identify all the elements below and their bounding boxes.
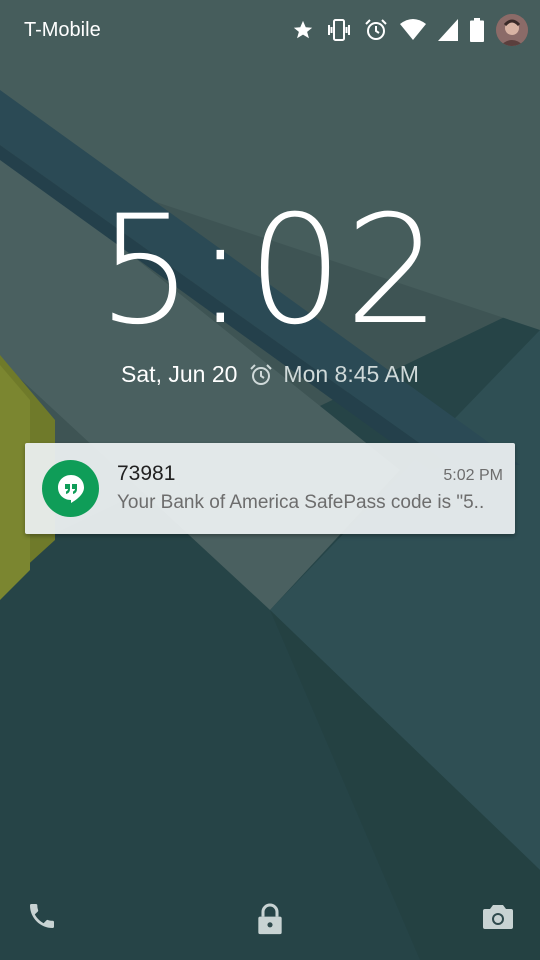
- phone-icon[interactable]: [26, 900, 58, 937]
- hangouts-icon: [42, 460, 99, 517]
- star-icon: [292, 19, 314, 41]
- avatar[interactable]: [496, 14, 528, 46]
- date-alarm-row: Sat, Jun 20 Mon 8:45 AM: [0, 361, 540, 388]
- carrier-label: T-Mobile: [24, 19, 101, 41]
- alarm-icon: [364, 18, 388, 42]
- date-label: Sat, Jun 20: [121, 361, 238, 387]
- lock-icon[interactable]: [256, 902, 284, 941]
- battery-icon: [470, 18, 484, 42]
- wifi-icon: [400, 19, 426, 41]
- alarm-clock-icon: [250, 363, 273, 385]
- signal-icon: [438, 19, 458, 41]
- camera-icon[interactable]: [482, 903, 514, 936]
- status-bar: T-Mobile: [0, 0, 540, 60]
- lock-screen: T-Mobile 5:02 Sat, Jun 20 Mon 8:45 AM 73…: [0, 0, 540, 960]
- vibrate-icon: [326, 18, 352, 42]
- notification-card[interactable]: 73981 5:02 PM Your Bank of America SafeP…: [25, 443, 515, 534]
- notification-title: 73981: [117, 462, 176, 485]
- next-alarm-label: Mon 8:45 AM: [283, 361, 419, 387]
- status-icons: [292, 12, 528, 48]
- notification-body: Your Bank of America SafePass code is "5…: [117, 492, 485, 513]
- notification-time: 5:02 PM: [443, 467, 503, 484]
- next-alarm: Mon 8:45 AM: [249, 361, 419, 388]
- lockscreen-clock: 5:02: [97, 184, 443, 358]
